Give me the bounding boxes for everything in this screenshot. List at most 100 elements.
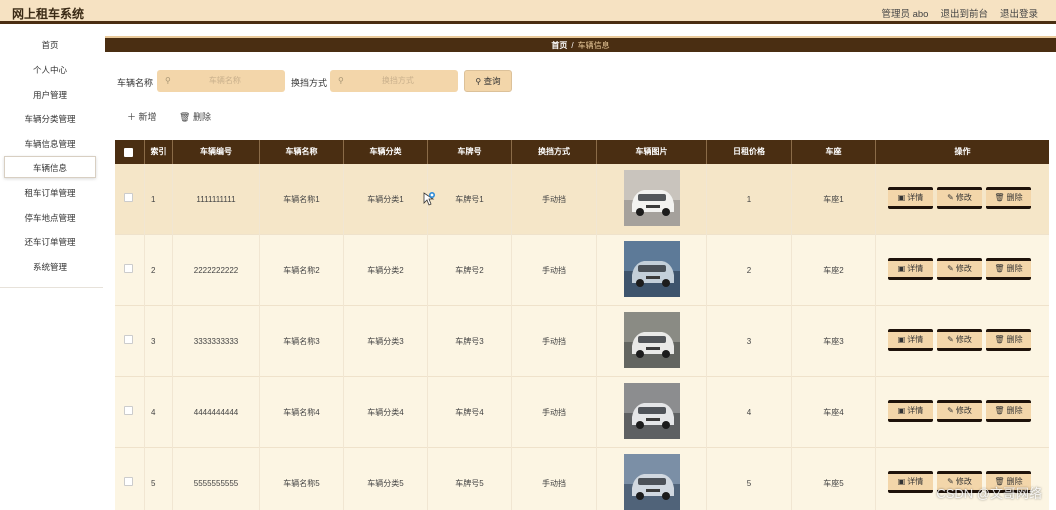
sidebar-item-vehicle-info[interactable]: 车辆信息	[4, 156, 96, 178]
cell-seat: 车座2	[792, 235, 876, 306]
detail-button[interactable]: ▣ 详情	[888, 400, 933, 422]
detail-icon: ▣	[897, 335, 906, 344]
cell-code: 5555555555	[173, 448, 260, 510]
row-checkbox[interactable]	[124, 477, 133, 486]
breadcrumb-home[interactable]: 首页	[551, 41, 567, 50]
row-checkbox[interactable]	[124, 335, 133, 344]
sidebar-item-home[interactable]: 首页	[4, 34, 96, 56]
search-button[interactable]: ⚲ 查询	[464, 70, 512, 92]
sidebar-item-users[interactable]: 用户管理	[4, 84, 96, 106]
vehicle-name-label: 车辆名称	[117, 78, 154, 88]
delete-button-label: 删除	[1006, 193, 1023, 202]
cell-seat: 车座1	[792, 164, 876, 235]
top-bar: 网上租车系统 管理员 abo 退出到前台 退出登录	[0, 0, 1056, 24]
gear-type-label: 换挡方式	[291, 78, 328, 88]
sidebar-item-parking[interactable]: 停车地点管理	[4, 207, 96, 229]
delete-button[interactable]: 🗑 删除	[986, 329, 1031, 351]
row-checkbox[interactable]	[124, 193, 133, 202]
row-checkbox[interactable]	[124, 406, 133, 415]
exit-to-frontend-link[interactable]: 退出到前台	[940, 6, 988, 20]
delete-button[interactable]: 🗑 删除	[986, 400, 1031, 422]
cell-actions: ▣ 详情 ✎ 修改 🗑 删除	[876, 306, 1049, 377]
vehicle-photo	[624, 454, 680, 510]
gear-type-input[interactable]: ⚲ 换挡方式	[330, 70, 458, 92]
vehicle-table: 索引 车辆编号 车辆名称 车辆分类 车牌号 换挡方式 车辆图片 日租价格 车座 …	[115, 140, 1049, 510]
sidebar-item-rental-orders[interactable]: 租车订单管理	[4, 182, 96, 204]
edit-button-label: 修改	[955, 335, 972, 344]
sidebar-item-profile[interactable]: 个人中心	[4, 59, 96, 81]
cell-image	[597, 235, 707, 306]
cell-seat: 车座3	[792, 306, 876, 377]
admin-user-link[interactable]: 管理员 abo	[881, 6, 928, 20]
trash-icon: 🗑	[994, 193, 1005, 202]
batch-delete-button[interactable]: 🗑 删除	[179, 110, 211, 123]
cell-index: 5	[145, 448, 173, 510]
table-row[interactable]: 3 3333333333 车辆名称3 车辆分类3 车牌号3 手动挡 3 车座3 ▣ 详情 ✎ 修改 🗑 删…	[115, 306, 1049, 377]
add-label: 新增	[138, 112, 157, 122]
table-row[interactable]: 4 4444444444 车辆名称4 车辆分类4 车牌号4 手动挡 4 车座4 ▣ 详情 ✎ 修改 🗑 删…	[115, 377, 1049, 448]
cell-price: 1	[707, 164, 792, 235]
sidebar: 首页 个人中心 用户管理 车辆分类管理 车辆信息管理 车辆信息 租车订单管理 停…	[0, 32, 103, 288]
cell-index: 2	[145, 235, 173, 306]
sidebar-item-system[interactable]: 系统管理	[4, 256, 96, 278]
header-plate: 车牌号	[428, 140, 512, 164]
cell-price: 3	[707, 306, 792, 377]
delete-button[interactable]: 🗑 删除	[986, 187, 1031, 209]
cell-name: 车辆名称5	[260, 448, 344, 510]
detail-button-label: 详情	[907, 264, 924, 273]
sidebar-item-return-orders[interactable]: 还车订单管理	[4, 231, 96, 253]
header-seat: 车座	[792, 140, 876, 164]
header-actions: 操作	[954, 147, 971, 156]
cell-name: 车辆名称3	[260, 306, 344, 377]
top-links: 管理员 abo 退出到前台 退出登录	[881, 6, 1038, 20]
cell-code: 1111111111	[173, 164, 260, 235]
vehicle-photo	[624, 170, 680, 226]
table-row[interactable]: 1 1111111111 车辆名称1 车辆分类1 车牌号1 手动挡 1 车座1 ▣ 详情 ✎ 修改 🗑 删…	[115, 164, 1049, 235]
edit-button-label: 修改	[955, 406, 972, 415]
logout-link[interactable]: 退出登录	[1000, 6, 1038, 20]
table-header: 索引 车辆编号 车辆名称 车辆分类 车牌号 换挡方式 车辆图片 日租价格 车座 …	[115, 140, 1049, 164]
select-all-checkbox[interactable]	[124, 148, 133, 157]
cell-name: 车辆名称4	[260, 377, 344, 448]
edit-button[interactable]: ✎ 修改	[937, 258, 982, 280]
detail-button[interactable]: ▣ 详情	[888, 471, 933, 493]
detail-button-label: 详情	[907, 193, 924, 202]
edit-button[interactable]: ✎ 修改	[937, 400, 982, 422]
vehicle-photo	[624, 312, 680, 368]
header-select-all[interactable]	[115, 140, 145, 164]
cell-actions: ▣ 详情 ✎ 修改 🗑 删除	[876, 235, 1049, 306]
sidebar-item-vehicle-category[interactable]: 车辆分类管理	[4, 108, 96, 130]
edit-button[interactable]: ✎ 修改	[937, 187, 982, 209]
cell-price: 4	[707, 377, 792, 448]
cell-gear: 手动挡	[512, 377, 597, 448]
cell-index: 1	[145, 164, 173, 235]
cell-index: 4	[145, 377, 173, 448]
edit-button-label: 修改	[955, 193, 972, 202]
cell-select	[115, 377, 145, 448]
cell-image	[597, 306, 707, 377]
batch-delete-label: 删除	[192, 112, 211, 122]
sidebar-item-vehicle-info-mgmt[interactable]: 车辆信息管理	[4, 133, 96, 155]
detail-icon: ▣	[897, 477, 906, 486]
search-icon: ⚲	[338, 76, 344, 85]
table-row[interactable]: 2 2222222222 车辆名称2 车辆分类2 车牌号2 手动挡 2 车座2 ▣ 详情 ✎ 修改 🗑 删…	[115, 235, 1049, 306]
table-row[interactable]: 5 5555555555 车辆名称5 车辆分类5 车牌号5 手动挡 5 车座5 ▣ 详情 ✎ 修改 🗑 删…	[115, 448, 1049, 510]
edit-button[interactable]: ✎ 修改	[937, 329, 982, 351]
gear-type-placeholder: 换挡方式	[381, 76, 414, 85]
add-button[interactable]: ＋ 新增	[127, 110, 157, 123]
detail-button[interactable]: ▣ 详情	[888, 187, 933, 209]
detail-icon: ▣	[897, 406, 906, 415]
header-price: 日租价格	[707, 140, 792, 164]
cell-code: 3333333333	[173, 306, 260, 377]
delete-button[interactable]: 🗑 删除	[986, 258, 1031, 280]
cell-plate: 车牌号1	[428, 164, 512, 235]
vehicle-name-input[interactable]: ⚲ 车辆名称	[157, 70, 285, 92]
edit-icon: ✎	[947, 264, 954, 273]
detail-button[interactable]: ▣ 详情	[888, 329, 933, 351]
row-checkbox[interactable]	[124, 264, 133, 273]
detail-button[interactable]: ▣ 详情	[888, 258, 933, 280]
cell-seat: 车座5	[792, 448, 876, 510]
trash-icon: 🗑	[994, 406, 1005, 415]
cell-price: 2	[707, 235, 792, 306]
delete-button-label: 删除	[1006, 264, 1023, 273]
